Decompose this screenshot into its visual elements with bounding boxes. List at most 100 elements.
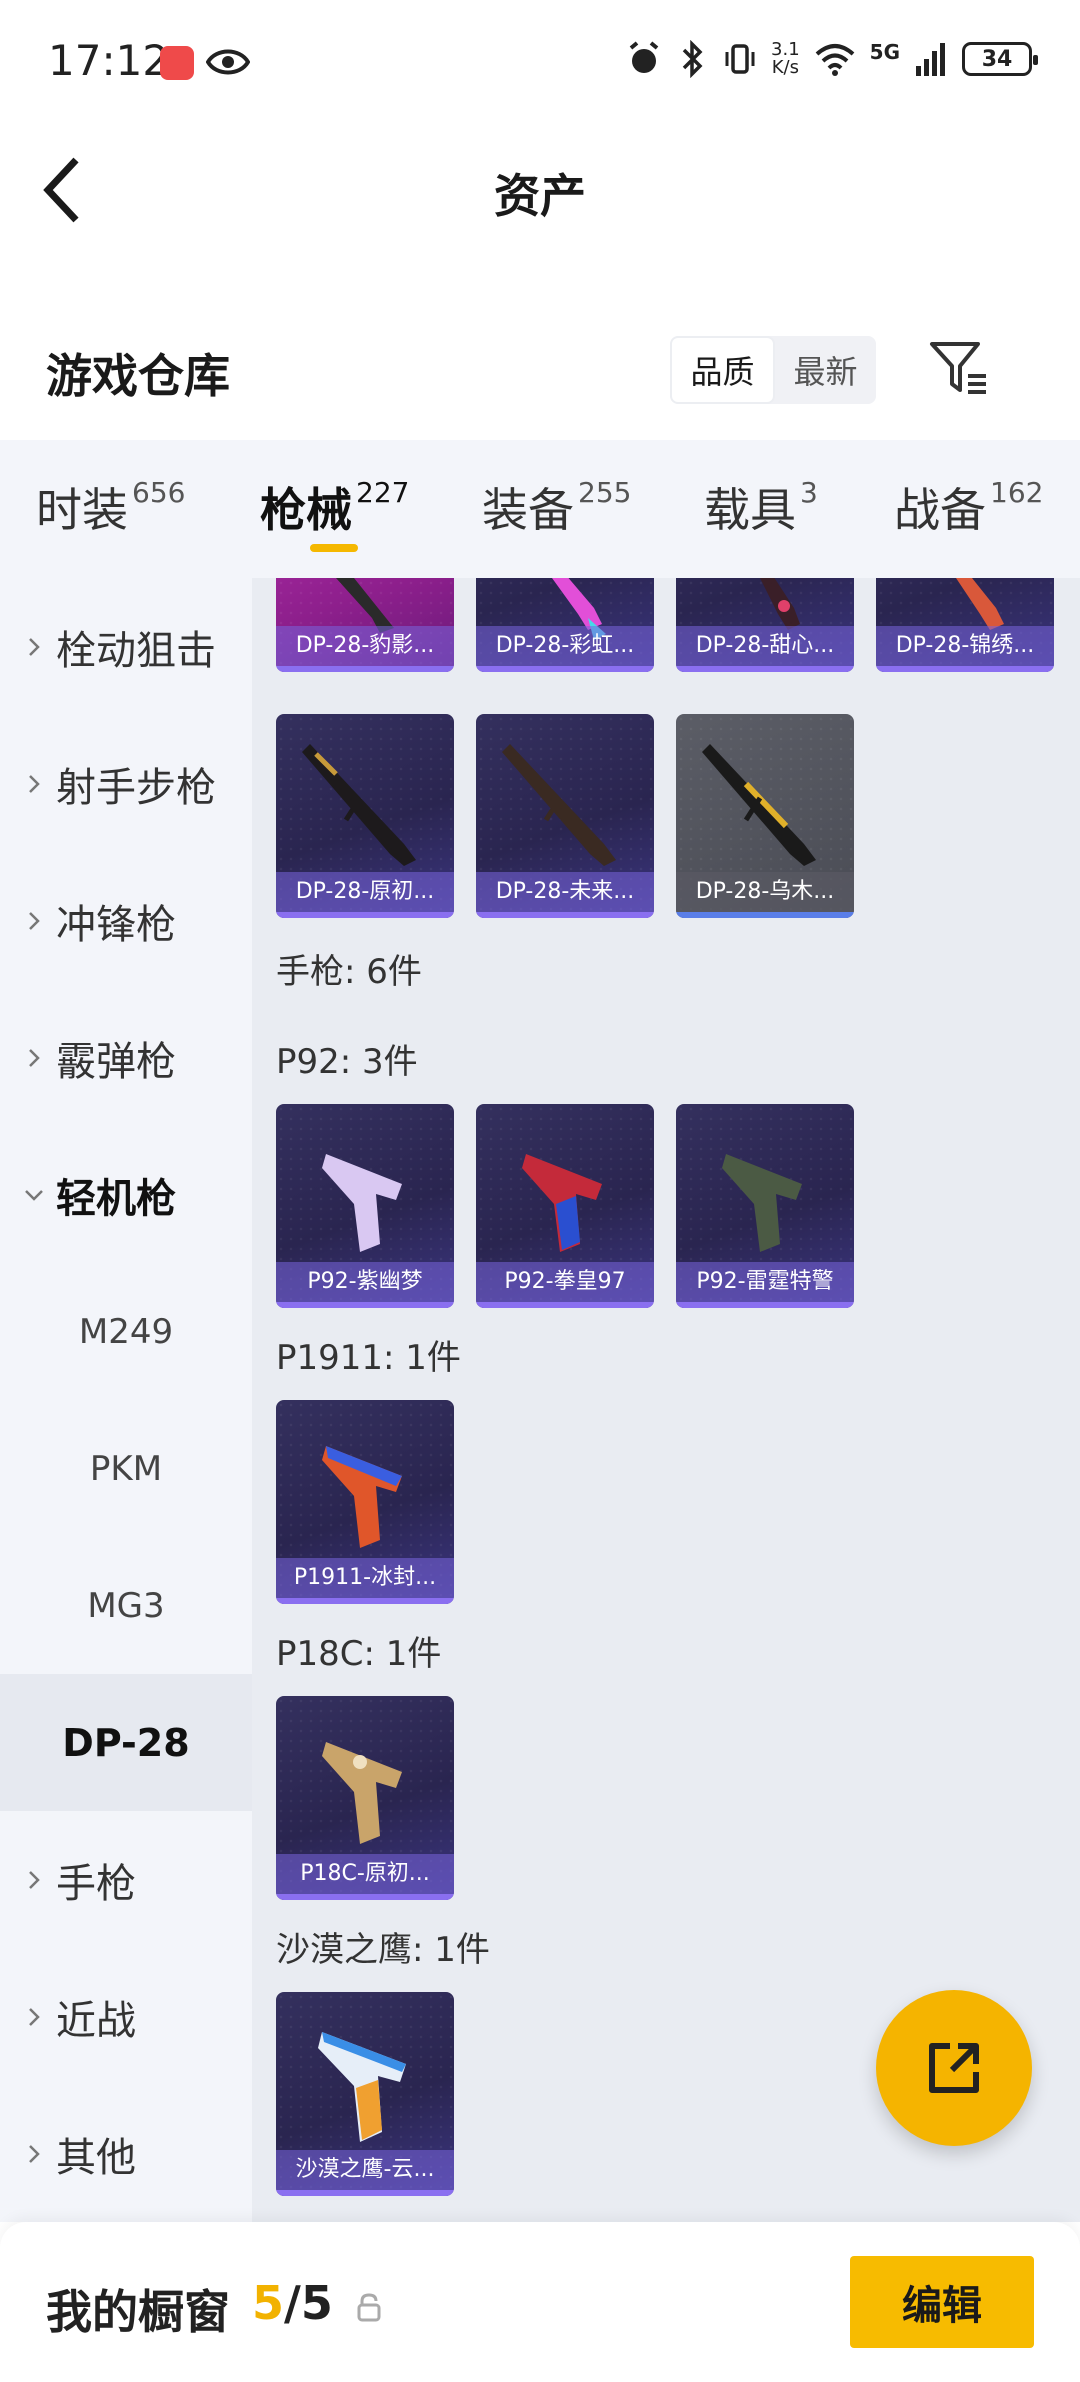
tab-firearms[interactable]: 枪械 227: [260, 474, 409, 540]
battery-indicator: 34: [962, 42, 1038, 76]
item-name: 沙漠之鹰-云...: [276, 2150, 454, 2190]
sidebar-item-label: 其他: [56, 2134, 136, 2181]
item-tile[interactable]: DP-28-未来...: [476, 714, 654, 918]
showcase-current: 5: [252, 2276, 285, 2330]
item-tile[interactable]: DP-28-甜心...: [676, 578, 854, 672]
tab-count: 3: [800, 476, 818, 509]
tab-vehicles[interactable]: 载具 3: [704, 474, 818, 540]
share-external-icon: [929, 2043, 979, 2093]
item-grid: DP-28-豹影... DP-28-彩虹... DP-28-甜心... DP-2…: [252, 578, 1080, 2222]
section-p1911-header: P1911: 1件: [276, 1338, 461, 1378]
sidebar-item-label: 射手步枪: [56, 764, 216, 811]
sidebar-sub-pkm[interactable]: PKM: [0, 1400, 252, 1537]
category-tabs: 时装 656 枪械 227 装备 255 载具 3 战备 162: [0, 440, 1080, 578]
item-tile[interactable]: DP-28-乌木...: [676, 714, 854, 918]
item-tile[interactable]: 沙漠之鹰-云...: [276, 1992, 454, 2196]
tab-count: 656: [132, 476, 186, 509]
sidebar-item-shotgun[interactable]: 霰弹枪: [0, 989, 252, 1126]
sort-latest-button[interactable]: 最新: [775, 336, 876, 404]
tab-fashion[interactable]: 时装 656: [36, 474, 185, 540]
page-title: 资产: [494, 169, 586, 223]
item-name: P92-拳皇97: [476, 1262, 654, 1302]
alarm-icon: [629, 41, 659, 73]
network-type: 5G: [869, 40, 900, 64]
sidebar-item-label: 冲锋枪: [56, 901, 176, 948]
showcase-separator: /: [284, 2276, 301, 2330]
sidebar-sub-dp28[interactable]: DP-28: [0, 1674, 252, 1811]
item-tile[interactable]: P92-雷霆特警: [676, 1104, 854, 1308]
item-name: P18C-原初...: [276, 1854, 454, 1894]
tab-label: 战备: [894, 483, 986, 537]
sidebar-item-label: 近战: [56, 1997, 136, 2044]
sidebar-item-lmg[interactable]: 轻机枪: [0, 1126, 252, 1263]
status-time: 17:12: [48, 36, 170, 85]
chevron-right-icon: [29, 774, 40, 793]
lock-icon: [357, 2293, 381, 2322]
warehouse-title: 游戏仓库: [46, 349, 230, 403]
item-tile[interactable]: P18C-原初...: [276, 1696, 454, 1900]
item-tile[interactable]: DP-28-彩虹...: [476, 578, 654, 672]
sidebar-item-marksman-rifle[interactable]: 射手步枪: [0, 715, 252, 852]
sidebar-item-smg[interactable]: 冲锋枪: [0, 852, 252, 989]
showcase-total: 5: [300, 2276, 333, 2330]
sidebar-sub-m249[interactable]: M249: [0, 1263, 252, 1400]
showcase-count: 5/5: [252, 2276, 333, 2330]
item-name: DP-28-原初...: [276, 872, 454, 912]
tab-count: 227: [356, 476, 410, 509]
section-pistol-header: 手枪: 6件: [276, 952, 422, 992]
sidebar-sub-mg3[interactable]: MG3: [0, 1537, 252, 1674]
warehouse-header: 游戏仓库 品质 最新: [0, 300, 1080, 440]
sort-quality-button[interactable]: 品质: [670, 336, 775, 404]
tab-equipment[interactable]: 装备 255: [482, 474, 631, 540]
tab-count: 162: [990, 476, 1044, 509]
weapon-type-sidebar: 栓动狙击 射手步枪 冲锋枪 霰弹枪 轻机枪 M249 PKM MG3 DP-28…: [0, 578, 252, 2222]
tab-label: 载具: [704, 483, 796, 537]
wifi-icon: [815, 44, 854, 76]
section-p92-header: P92: 3件: [276, 1042, 418, 1082]
active-tab-indicator: [310, 544, 358, 552]
quality-bar: [276, 1894, 454, 1900]
sidebar-item-label: 轻机枪: [56, 1175, 176, 1222]
chevron-right-icon: [29, 2144, 40, 2163]
share-button[interactable]: [876, 1990, 1032, 2146]
sidebar-item-label: 霰弹枪: [56, 1038, 176, 1085]
status-icons: 3.1 K/s 5G 34: [627, 40, 1038, 78]
quality-bar: [276, 912, 454, 918]
chevron-right-icon: [29, 911, 40, 930]
sidebar-item-label: 手枪: [56, 1860, 136, 1907]
quality-bar: [476, 912, 654, 918]
quality-bar: [676, 1302, 854, 1308]
quality-bar: [276, 1302, 454, 1308]
quality-bar: [676, 666, 854, 672]
showcase-title: 我的橱窗: [46, 2285, 230, 2339]
quality-bar: [676, 912, 854, 918]
item-tile[interactable]: P92-紫幽梦: [276, 1104, 454, 1308]
sidebar-item-pistol[interactable]: 手枪: [0, 1811, 252, 1948]
sidebar-item-bolt-sniper[interactable]: 栓动狙击: [0, 578, 252, 715]
chevron-right-icon: [29, 2007, 40, 2026]
filter-icon[interactable]: [928, 338, 990, 398]
item-name: DP-28-乌木...: [676, 872, 854, 912]
sidebar-item-other[interactable]: 其他: [0, 2085, 252, 2222]
edit-button[interactable]: 编辑: [850, 2256, 1034, 2348]
item-tile[interactable]: DP-28-锦绣...: [876, 578, 1054, 672]
tab-label: 装备: [482, 483, 574, 537]
tab-label: 枪械: [260, 483, 352, 537]
item-tile[interactable]: P92-拳皇97: [476, 1104, 654, 1308]
quality-bar: [476, 666, 654, 672]
eye-icon: [206, 49, 250, 75]
sidebar-item-label: 栓动狙击: [56, 627, 216, 674]
chevron-right-icon: [29, 1870, 40, 1889]
bluetooth-icon: [682, 40, 703, 78]
quality-bar: [276, 1598, 454, 1604]
item-name: DP-28-锦绣...: [876, 626, 1054, 666]
quality-bar: [276, 2190, 454, 2196]
sidebar-item-melee[interactable]: 近战: [0, 1948, 252, 2085]
tab-label: 时装: [36, 483, 128, 537]
item-tile[interactable]: DP-28-豹影...: [276, 578, 454, 672]
sort-toggle: 品质 最新: [670, 336, 876, 404]
item-tile[interactable]: DP-28-原初...: [276, 714, 454, 918]
item-tile[interactable]: P1911-冰封...: [276, 1400, 454, 1604]
tab-supplies[interactable]: 战备 162: [894, 474, 1043, 540]
vibrate-icon: [725, 44, 755, 74]
